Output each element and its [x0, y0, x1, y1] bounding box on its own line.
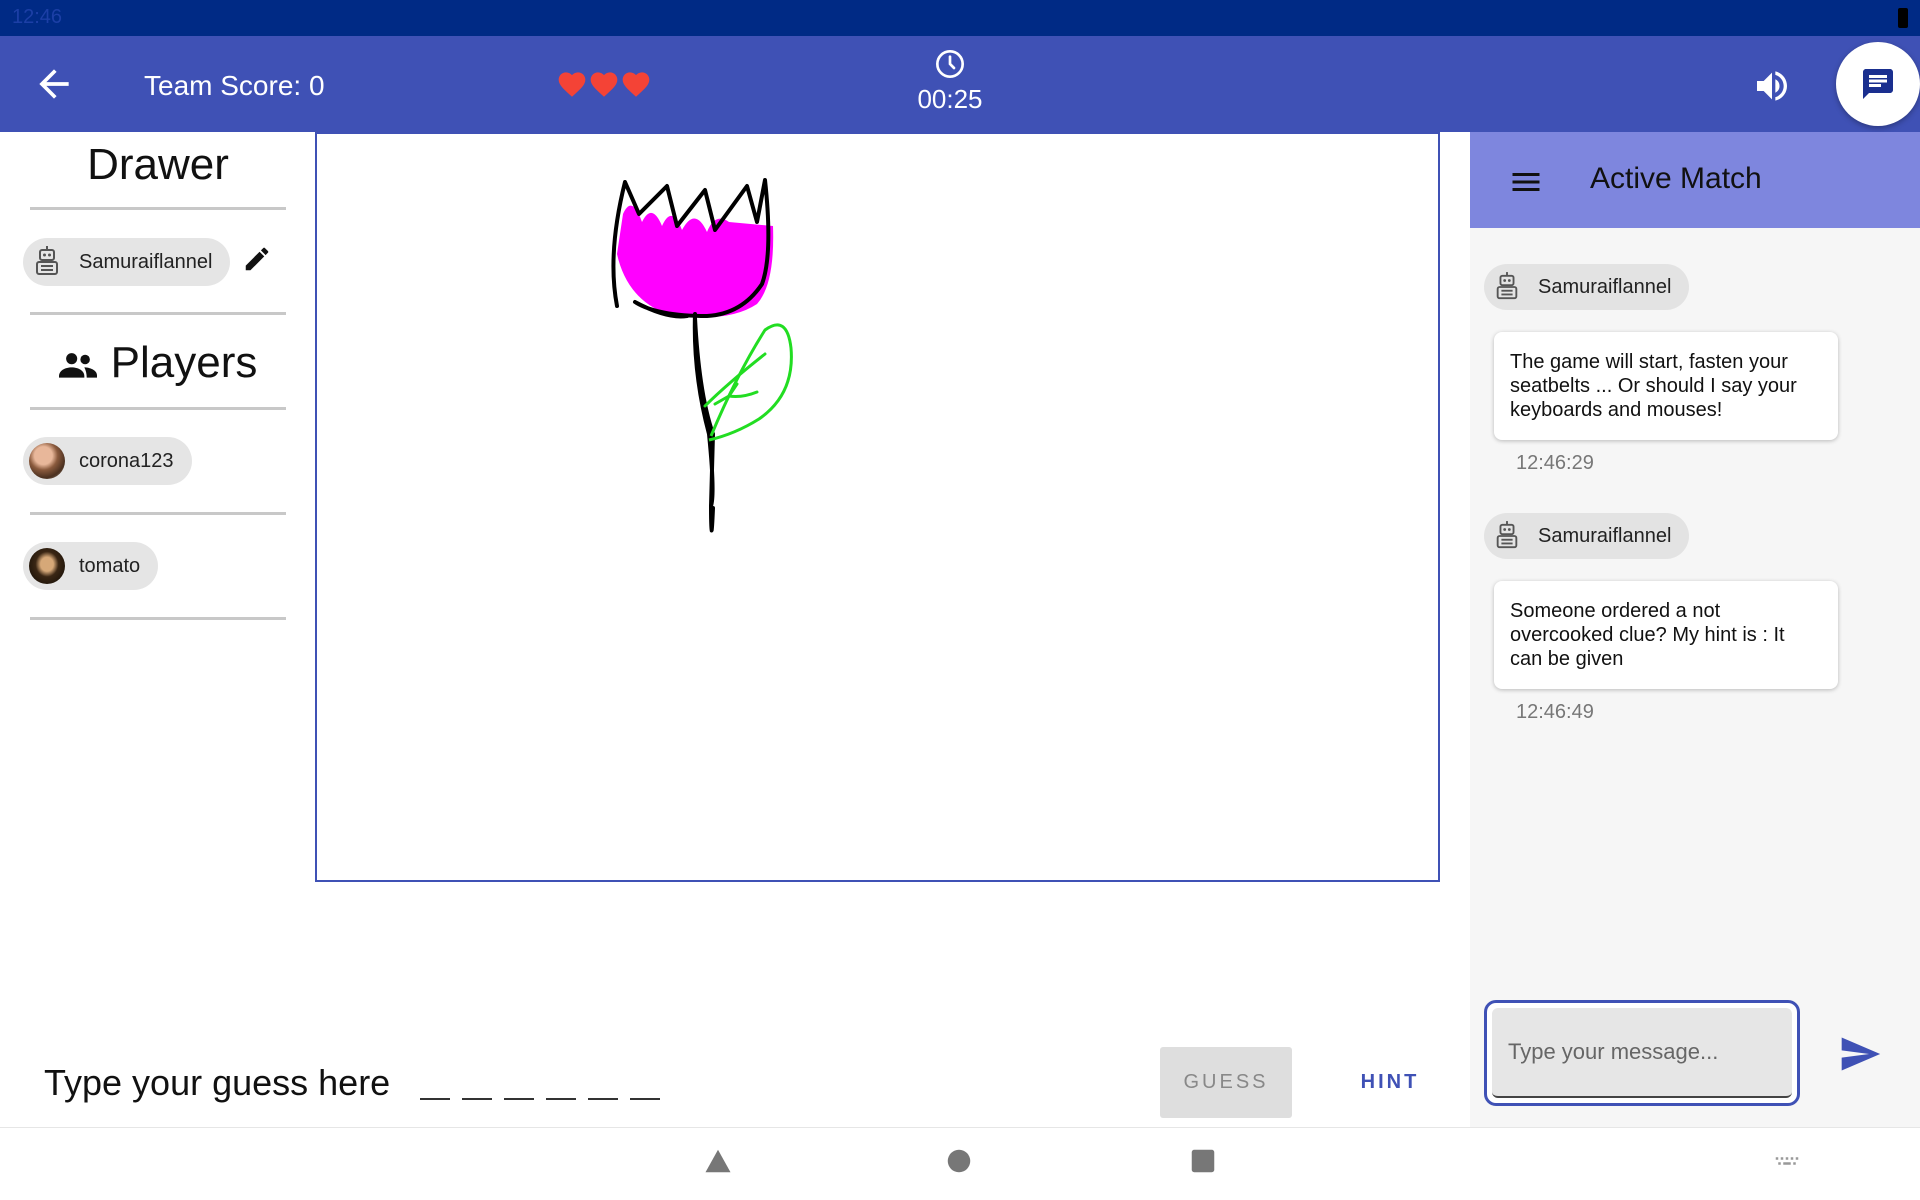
keyboard-icon[interactable]	[1772, 1146, 1802, 1176]
photo-avatar	[29, 443, 65, 479]
nav-home-icon[interactable]	[944, 1146, 974, 1176]
drawer-name: Samuraiflannel	[79, 250, 213, 273]
robot-icon	[29, 244, 65, 280]
player-chip[interactable]: tomato	[23, 542, 159, 590]
sound-button[interactable]	[1752, 66, 1792, 106]
chat-input-container	[1484, 1000, 1800, 1106]
divider	[30, 617, 286, 620]
volume-up-icon	[1757, 71, 1787, 101]
divider	[30, 312, 286, 315]
chat-title: Active Match	[1590, 162, 1762, 195]
app-bar: Team Score: 0 00:25	[0, 36, 1920, 132]
letter-blank	[504, 1098, 534, 1100]
letter-blank	[420, 1098, 450, 1100]
player-name: tomato	[79, 554, 141, 577]
pencil-icon	[245, 247, 269, 271]
drawing-flower	[611, 178, 793, 533]
players-title: Players	[110, 338, 258, 387]
battery-icon	[1898, 8, 1908, 28]
players-heading: Players	[30, 338, 286, 388]
hint-button[interactable]: HINT	[1340, 1047, 1440, 1118]
letter-blank	[462, 1098, 492, 1100]
clock-icon	[936, 50, 964, 78]
menu-icon[interactable]	[1508, 164, 1544, 200]
robot-icon	[1490, 519, 1524, 553]
message-author-chip[interactable]: Samuraiflannel	[1484, 264, 1690, 310]
round-timer: 00:25	[900, 48, 1000, 115]
chat-panel: Active Match Samuraiflannel The game wil…	[1470, 132, 1920, 1127]
back-button[interactable]	[32, 62, 76, 106]
message-author: Samuraiflannel	[1538, 524, 1672, 547]
team-score: Team Score: 0	[144, 70, 325, 101]
chat-icon	[1863, 69, 1893, 99]
message-bubble: The game will start, fasten your seatbel…	[1494, 332, 1838, 440]
status-time: 12:46	[12, 6, 63, 28]
nav-back-icon[interactable]	[703, 1146, 733, 1176]
lives-indicator	[556, 68, 652, 98]
guess-button[interactable]: GUESS	[1160, 1047, 1292, 1118]
divider	[30, 512, 286, 515]
arrow-left-icon	[39, 69, 69, 99]
letter-blank	[546, 1098, 576, 1100]
divider	[30, 407, 286, 410]
player-chip[interactable]: corona123	[23, 437, 192, 485]
letter-blank	[630, 1098, 660, 1100]
status-bar: 12:46	[0, 0, 1920, 36]
player-name: corona123	[79, 449, 174, 472]
message-bubble: Someone ordered a not overcooked clue? M…	[1494, 581, 1838, 689]
app-root: 12:46 Team Score: 0 00:25 Drawer Samurai…	[0, 0, 1920, 1200]
group-icon	[58, 353, 97, 379]
letter-blank	[588, 1098, 618, 1100]
system-nav-bar	[0, 1127, 1920, 1200]
drawing-canvas[interactable]	[315, 132, 1440, 882]
drawer-title: Drawer	[87, 140, 229, 189]
chat-header: Active Match	[1470, 132, 1920, 228]
drawer-chip[interactable]: Samuraiflannel	[23, 238, 231, 286]
message-time: 12:46:49	[1516, 701, 1594, 723]
heart-icon	[558, 72, 586, 97]
divider	[30, 207, 286, 210]
chat-toggle-button[interactable]	[1836, 42, 1920, 126]
nav-recents-icon[interactable]	[1188, 1146, 1218, 1176]
heart-icon	[622, 72, 650, 97]
word-blanks	[420, 1098, 660, 1100]
photo-avatar	[29, 548, 65, 584]
chat-message-input[interactable]	[1492, 1008, 1792, 1098]
message-author-chip[interactable]: Samuraiflannel	[1484, 513, 1690, 559]
send-icon[interactable]	[1838, 1032, 1882, 1076]
message-author: Samuraiflannel	[1538, 275, 1672, 298]
timer-value: 00:25	[917, 84, 983, 114]
guess-prompt: Type your guess here	[44, 1062, 391, 1103]
message-time: 12:46:29	[1516, 452, 1594, 474]
robot-icon	[1490, 270, 1524, 304]
heart-icon	[590, 72, 618, 97]
